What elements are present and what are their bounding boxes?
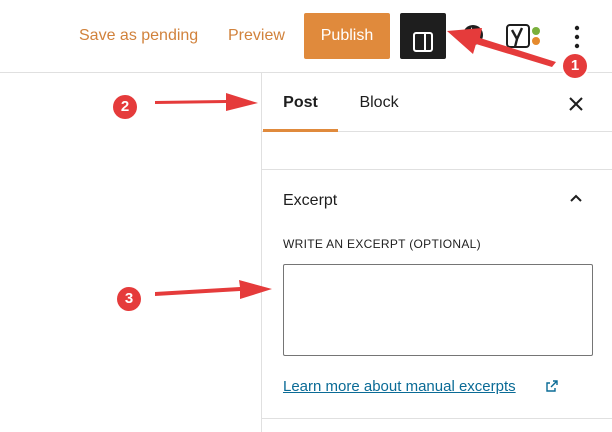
callout-2: 2 — [113, 95, 137, 119]
arrow-2 — [155, 93, 258, 111]
callout-3: 3 — [117, 287, 141, 311]
annotation-arrows — [155, 28, 556, 299]
callout-1: 1 — [563, 54, 587, 78]
arrow-3 — [155, 280, 272, 299]
arrow-1 — [447, 28, 556, 67]
